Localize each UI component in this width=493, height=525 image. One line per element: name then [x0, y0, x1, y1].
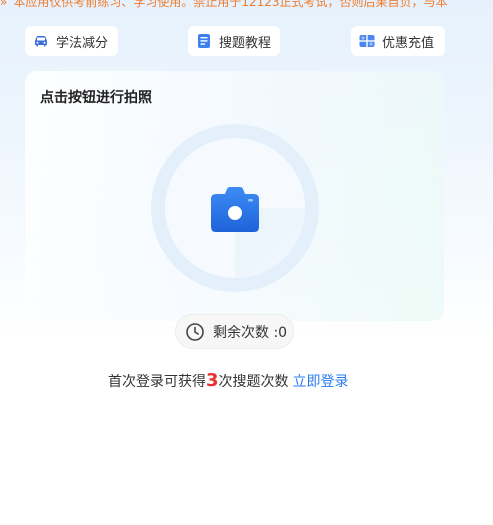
login-bonus-count: 3 — [206, 370, 219, 391]
nav-item-search-tutorial[interactable]: 搜题教程 — [188, 26, 280, 56]
nav-item-label: 优惠充值 — [382, 35, 435, 51]
nav-item-study-deduct[interactable]: 学法减分 — [25, 26, 118, 56]
login-now-link[interactable]: 立即登录 — [293, 371, 349, 391]
login-prompt-prefix: 首次登录可获得 — [108, 374, 206, 390]
notice-ticker: » 本应用仅供考前练习、学习使用。禁止用于12123正式考试，否则后果自负，与本 — [0, 0, 493, 12]
gift-card-icon — [359, 35, 375, 47]
capture-title: 点击按钮进行拍照 — [40, 90, 152, 106]
login-prompt-suffix: 次搜题次数 — [218, 374, 289, 390]
chevron-right-icon: » — [0, 0, 8, 9]
nav-item-recharge[interactable]: 优惠充值 — [351, 26, 445, 56]
remaining-count-badge: 剩余次数 :0 — [175, 314, 294, 349]
clock-icon — [186, 322, 204, 341]
camera-button[interactable] — [209, 186, 261, 234]
nav-item-label: 学法减分 — [56, 35, 109, 51]
notice-text: 本应用仅供考前练习、学习使用。禁止用于12123正式考试，否则后果自负，与本 — [13, 0, 448, 9]
camera-icon — [211, 187, 259, 232]
document-icon — [198, 34, 210, 48]
car-icon — [35, 36, 47, 47]
remaining-count-label: 剩余次数 :0 — [213, 324, 288, 341]
login-prompt: 首次登录可获得 3 次搜题次数 立即登录 — [108, 370, 349, 391]
nav-item-label: 搜题教程 — [219, 35, 272, 51]
